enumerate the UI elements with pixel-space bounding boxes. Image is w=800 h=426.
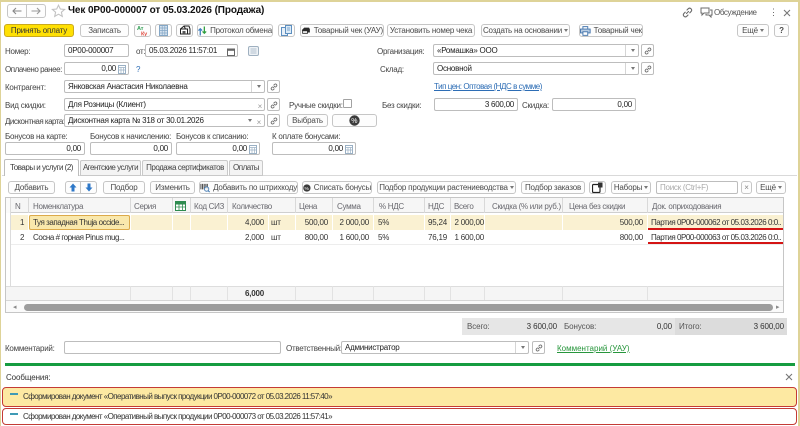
svg-text:Ку: Ку	[141, 32, 148, 37]
svg-text:%: %	[305, 185, 310, 191]
svg-text:%: %	[351, 118, 357, 125]
